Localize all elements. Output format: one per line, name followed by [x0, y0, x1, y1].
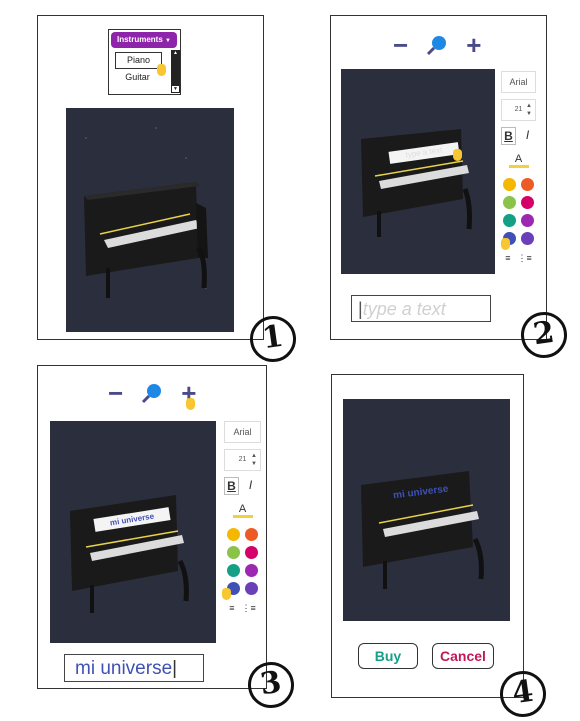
swatch-teal[interactable] — [227, 564, 240, 577]
stepper-arrows-icon[interactable]: ▲ ▼ — [526, 102, 532, 118]
zoom-toolbar: − + — [108, 380, 196, 406]
dropdown-header[interactable]: Instruments ▼ — [111, 32, 177, 48]
zoom-in-button[interactable]: + — [466, 32, 481, 58]
panel-3: − + mi universe Arial 21 ▲ ▼ B I A ≡ ⋮≡ … — [37, 365, 297, 711]
alignment-row: ≡ ⋮≡ — [501, 253, 536, 264]
swatch-orange[interactable] — [245, 528, 258, 541]
scroll-up-icon: ▲ — [173, 50, 178, 56]
step-number-4: 4 — [497, 668, 549, 720]
bold-button[interactable]: B — [224, 477, 239, 495]
align-left-icon[interactable]: ≡ — [505, 253, 510, 264]
text-cursor: | — [172, 658, 178, 679]
piano-scene[interactable]: mi universe — [343, 399, 510, 621]
magnifier-icon[interactable] — [141, 382, 163, 404]
step-number-2: 2 — [518, 309, 570, 361]
align-left-icon[interactable]: ≡ — [229, 603, 234, 614]
dropdown-label: Instruments — [117, 35, 163, 44]
pointer-hand-icon — [186, 398, 195, 410]
italic-button[interactable]: I — [521, 127, 534, 143]
swatch-green[interactable] — [227, 546, 240, 559]
dropdown-scrollbar[interactable]: ▲ ▼ — [171, 50, 180, 93]
swatch-yellow[interactable] — [227, 528, 240, 541]
font-size-value: 21 — [514, 106, 523, 113]
dropdown-option-guitar[interactable]: Guitar — [115, 70, 160, 85]
text-placeholder: type a text — [362, 299, 446, 319]
piano-scene[interactable] — [66, 108, 234, 332]
pointer-hand-icon — [501, 238, 510, 250]
zoom-out-button[interactable]: − — [108, 380, 123, 406]
font-select[interactable]: Arial — [224, 421, 261, 443]
magnifier-icon[interactable] — [426, 34, 448, 56]
zoom-out-button[interactable]: − — [393, 32, 408, 58]
swatch-green[interactable] — [503, 196, 516, 209]
text-color-button[interactable]: A — [508, 153, 529, 168]
style-buttons: B I — [501, 127, 536, 145]
style-buttons: B I — [224, 477, 261, 495]
text-style-panel: Arial 21 ▲ ▼ B I A ≡ ⋮≡ — [501, 71, 536, 264]
swatch-violet[interactable] — [521, 232, 534, 245]
font-size-stepper[interactable]: 21 ▲ ▼ — [224, 449, 261, 471]
color-swatches — [224, 528, 261, 595]
panel-1: Instruments ▼ Piano Guitar ▲ ▼ 1 — [37, 15, 299, 365]
list-icon[interactable]: ⋮≡ — [518, 253, 532, 264]
text-input[interactable]: |type a text — [351, 295, 491, 322]
text-style-panel: Arial 21 ▲ ▼ B I A ≡ ⋮≡ — [224, 421, 261, 614]
piano-scene[interactable]: mi universe — [50, 421, 216, 643]
piano-scene[interactable]: type a text — [341, 69, 495, 274]
swatch-purple[interactable] — [521, 214, 534, 227]
swatch-magenta[interactable] — [245, 546, 258, 559]
step-number-3: 3 — [245, 659, 297, 711]
pointer-hand-icon — [453, 149, 462, 161]
panel-2: − + type a text Arial 21 ▲ ▼ B I A ≡ ⋮≡ … — [330, 15, 570, 361]
font-size-value: 21 — [238, 456, 247, 463]
swatch-violet[interactable] — [245, 582, 258, 595]
text-color-button[interactable]: A — [232, 503, 253, 518]
font-select[interactable]: Arial — [501, 71, 536, 93]
buy-button[interactable]: Buy — [358, 643, 418, 669]
piano-illustration — [361, 129, 472, 237]
swatch-purple[interactable] — [245, 564, 258, 577]
dropdown-option-piano[interactable]: Piano — [115, 52, 162, 69]
scroll-down-icon: ▼ — [171, 85, 180, 93]
swatch-magenta[interactable] — [521, 196, 534, 209]
stepper-arrows-icon[interactable]: ▲ ▼ — [251, 452, 257, 468]
italic-button[interactable]: I — [244, 477, 257, 493]
text-input[interactable]: mi universe| — [64, 654, 204, 682]
piano-illustration — [361, 471, 484, 589]
swatch-yellow[interactable] — [503, 178, 516, 191]
text-value: mi universe — [75, 658, 173, 679]
zoom-toolbar: − + — [393, 32, 481, 58]
pointer-hand-icon — [222, 588, 231, 600]
panel-4: mi universe Buy Cancel 4 — [331, 374, 549, 720]
swatch-teal[interactable] — [503, 214, 516, 227]
instrument-dropdown[interactable]: Instruments ▼ Piano Guitar ▲ ▼ — [108, 29, 181, 95]
piano-illustration — [84, 127, 208, 298]
bold-button[interactable]: B — [501, 127, 516, 145]
list-icon[interactable]: ⋮≡ — [242, 603, 256, 614]
font-size-stepper[interactable]: 21 ▲ ▼ — [501, 99, 536, 121]
chevron-down-icon: ▼ — [165, 38, 171, 44]
swatch-orange[interactable] — [521, 178, 534, 191]
step-number-1: 1 — [247, 313, 299, 365]
cancel-button[interactable]: Cancel — [432, 643, 494, 669]
piano-illustration — [70, 495, 189, 613]
color-swatches — [501, 178, 536, 245]
alignment-row: ≡ ⋮≡ — [224, 603, 261, 614]
pointer-hand-icon — [157, 64, 166, 76]
